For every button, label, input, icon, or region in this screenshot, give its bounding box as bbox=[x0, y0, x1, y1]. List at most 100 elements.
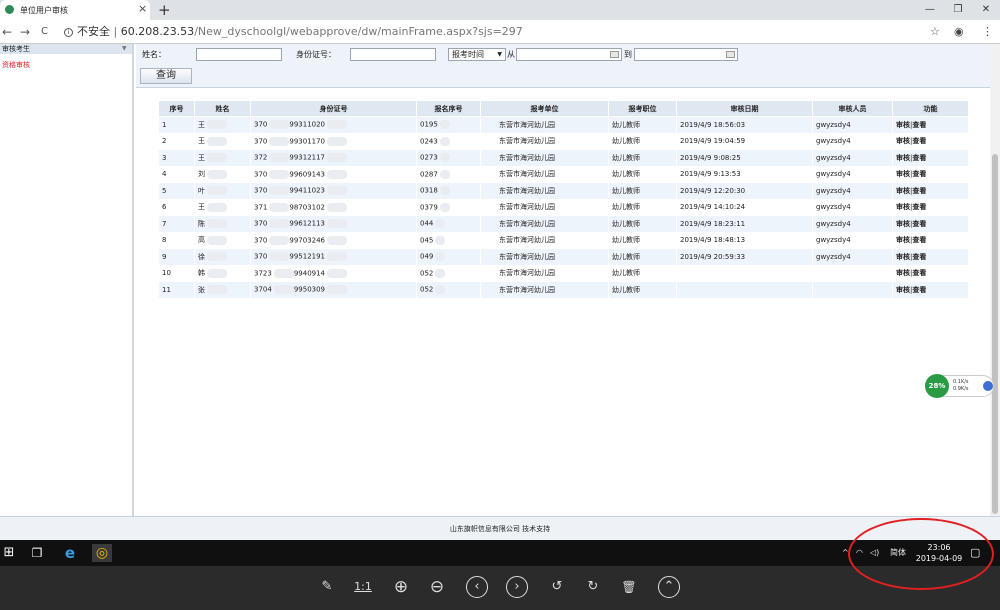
back-icon[interactable]: ← bbox=[2, 24, 12, 40]
cell-auditor: gwyzsdy4 bbox=[812, 116, 893, 134]
zoom-out-icon[interactable]: ⊖ bbox=[426, 576, 448, 598]
rotate-right-icon[interactable]: ↻ bbox=[582, 576, 604, 598]
view-link[interactable]: 查看 bbox=[912, 121, 926, 129]
close-window-button[interactable]: ✕ bbox=[972, 0, 1000, 20]
scroll-up-icon[interactable]: ⌃ bbox=[658, 576, 680, 598]
view-link[interactable]: 查看 bbox=[912, 187, 926, 195]
cell-unit: 东营市海河幼儿园 bbox=[480, 132, 609, 150]
minimize-button[interactable]: — bbox=[916, 0, 944, 20]
cell-date: 2019/4/9 9:13:53 bbox=[676, 165, 813, 183]
redaction-blur bbox=[207, 120, 227, 130]
previous-icon[interactable]: ‹ bbox=[466, 576, 488, 598]
view-link[interactable]: 查看 bbox=[912, 154, 926, 162]
url-field[interactable]: i 不安全 | 60.208.23.53/New_dyschoolgl/webap… bbox=[64, 22, 944, 42]
view-link[interactable]: 查看 bbox=[912, 220, 926, 228]
cell-auditor: gwyzsdy4 bbox=[812, 182, 893, 200]
query-button[interactable]: 查询 bbox=[140, 68, 192, 84]
redaction-blur bbox=[327, 120, 348, 130]
redaction-blur bbox=[207, 219, 227, 229]
view-link[interactable]: 查看 bbox=[912, 253, 926, 261]
name-input[interactable] bbox=[196, 48, 282, 61]
review-link[interactable]: 审核 bbox=[896, 269, 910, 277]
calendar-icon[interactable] bbox=[726, 51, 735, 58]
review-link[interactable]: 审核 bbox=[896, 203, 910, 211]
redaction-blur bbox=[439, 169, 450, 179]
redaction-blur bbox=[207, 186, 227, 196]
review-link[interactable]: 审核 bbox=[896, 154, 910, 162]
next-icon[interactable]: › bbox=[506, 576, 528, 598]
view-link[interactable]: 查看 bbox=[912, 269, 926, 277]
reload-icon[interactable]: C bbox=[41, 24, 48, 40]
cell-actions: 审核|查看 bbox=[892, 149, 969, 167]
view-link[interactable]: 查看 bbox=[912, 170, 926, 178]
redaction-blur bbox=[269, 153, 290, 163]
review-link[interactable]: 审核 bbox=[896, 121, 910, 129]
tab-close-icon[interactable]: × bbox=[138, 3, 147, 15]
account-icon[interactable]: ◉ bbox=[954, 24, 964, 40]
sidebar-header-label: 审核考生 bbox=[2, 45, 30, 53]
annotation-ellipse bbox=[848, 518, 994, 590]
review-link[interactable]: 审核 bbox=[896, 187, 910, 195]
cell-reg: 0195 bbox=[416, 116, 481, 134]
view-link[interactable]: 查看 bbox=[912, 236, 926, 244]
chrome-icon[interactable]: ◎ bbox=[92, 544, 112, 562]
maximize-button[interactable]: ❐ bbox=[944, 0, 972, 20]
review-link[interactable]: 审核 bbox=[896, 286, 910, 294]
new-tab-button[interactable]: + bbox=[158, 0, 171, 20]
from-date-input[interactable] bbox=[516, 48, 622, 61]
tab-active[interactable]: 单位用户审核 × bbox=[0, 0, 150, 20]
calendar-icon[interactable] bbox=[610, 51, 619, 58]
edit-icon[interactable]: ✎ bbox=[316, 576, 338, 598]
actual-size-button[interactable]: 1:1 bbox=[352, 576, 374, 598]
cell-id: 3704 9950309 bbox=[250, 281, 417, 299]
view-link[interactable]: 查看 bbox=[912, 203, 926, 211]
review-link[interactable]: 审核 bbox=[896, 137, 910, 145]
delete-icon[interactable]: 🗑 bbox=[618, 576, 640, 598]
cell-auditor: gwyzsdy4 bbox=[812, 248, 893, 266]
id-input[interactable] bbox=[350, 48, 436, 61]
bookmark-star-icon[interactable]: ☆ bbox=[930, 24, 940, 40]
scrollbar-thumb[interactable] bbox=[992, 154, 998, 514]
sidebar-item-qualification[interactable]: 资格审核 bbox=[0, 54, 132, 70]
browser-menu-icon[interactable]: ⋮ bbox=[982, 24, 993, 40]
redaction-blur bbox=[269, 202, 290, 212]
edge-icon[interactable]: e bbox=[62, 544, 78, 562]
cell-actions: 审核|查看 bbox=[892, 165, 969, 183]
view-link[interactable]: 查看 bbox=[912, 286, 926, 294]
windows-start-icon[interactable]: ⊞ bbox=[2, 544, 16, 562]
info-icon[interactable]: i bbox=[64, 28, 73, 37]
sidebar-header[interactable]: 审核考生 ▼ bbox=[0, 44, 132, 54]
cell-date: 2019/4/9 9:08:25 bbox=[676, 149, 813, 167]
review-link[interactable]: 审核 bbox=[896, 236, 910, 244]
collapse-icon[interactable]: ▼ bbox=[122, 44, 127, 54]
table-row: 6 王 371 98703102 0379 东营市海河幼儿园 幼儿教师 2019/4/9 14… bbox=[158, 198, 969, 216]
time-select[interactable]: 报考时间 ▼ bbox=[448, 48, 506, 61]
url-host: 60.208.23.53 bbox=[120, 25, 195, 38]
browser-tab-bar: 单位用户审核 × + — ❐ ✕ bbox=[0, 0, 1000, 20]
cell-unit: 东营市海河幼儿园 bbox=[480, 165, 609, 183]
cell-position: 幼儿教师 bbox=[608, 165, 677, 183]
page-scrollbar[interactable] bbox=[990, 44, 1000, 516]
redaction-blur bbox=[269, 186, 290, 196]
to-date-input[interactable] bbox=[634, 48, 738, 61]
cell-id: 371 98703102 bbox=[250, 198, 417, 216]
rotate-left-icon[interactable]: ↺ bbox=[546, 576, 568, 598]
forward-icon[interactable]: → bbox=[20, 24, 30, 40]
zoom-in-icon[interactable]: ⊕ bbox=[390, 576, 412, 598]
cell-no: 4 bbox=[158, 165, 195, 183]
table-row: 4 刘 370 99609143 0287 东营市海河幼儿园 幼儿教师 2019/4/9 9:… bbox=[158, 165, 969, 183]
view-link[interactable]: 查看 bbox=[912, 137, 926, 145]
tab-title: 单位用户审核 bbox=[20, 6, 68, 15]
cell-auditor: gwyzsdy4 bbox=[812, 165, 893, 183]
review-link[interactable]: 审核 bbox=[896, 253, 910, 261]
task-view-icon[interactable]: ❐ bbox=[30, 544, 44, 562]
page-footer: 山东旗帜信息有限公司 技术支持 bbox=[0, 516, 1000, 540]
table-row: 5 叶 370 99411023 0318 东营市海河幼儿园 幼儿教师 2019/4/9 12… bbox=[158, 182, 969, 200]
redaction-blur bbox=[207, 235, 227, 245]
cell-id: 3723 9940914 bbox=[250, 264, 417, 282]
redaction-blur bbox=[269, 235, 290, 245]
review-link[interactable]: 审核 bbox=[896, 220, 910, 228]
network-speed-widget[interactable]: 28% 0.1K/s 0.9K/s bbox=[925, 374, 994, 398]
review-link[interactable]: 审核 bbox=[896, 170, 910, 178]
cell-name: 徐 bbox=[194, 248, 251, 266]
